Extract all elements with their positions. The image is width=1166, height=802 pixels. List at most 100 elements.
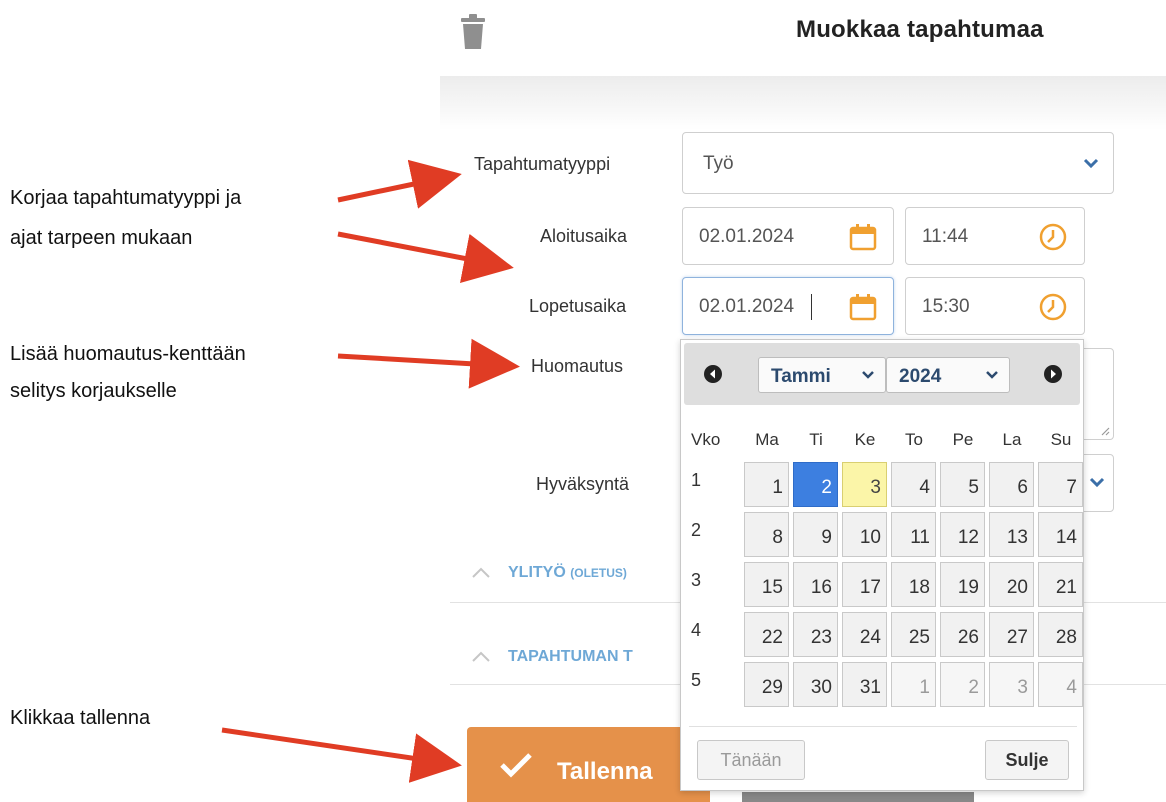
- end-date-input[interactable]: 02.01.2024: [682, 277, 894, 335]
- calendar-day[interactable]: 29: [744, 662, 789, 707]
- datepicker-header: Tammi 2024: [684, 343, 1080, 405]
- end-time-value: 15:30: [922, 296, 970, 317]
- page-title: Muokkaa tapahtumaa: [796, 16, 1044, 43]
- cancel-button[interactable]: [742, 792, 974, 802]
- weekday-header: Ma: [755, 430, 779, 449]
- calendar-day[interactable]: 12: [940, 512, 985, 557]
- annotation-event-type-line2: ajat tarpeen mukaan: [10, 227, 193, 249]
- prev-month-icon[interactable]: [704, 365, 722, 383]
- clock-icon[interactable]: [1038, 222, 1068, 252]
- weekday-header: Ke: [854, 430, 876, 449]
- save-button[interactable]: Tallenna: [467, 727, 710, 802]
- calendar-day[interactable]: 2: [793, 462, 838, 507]
- datepicker-divider: [689, 726, 1077, 727]
- calendar-day[interactable]: 28: [1038, 612, 1083, 657]
- calendar-day[interactable]: 10: [842, 512, 887, 557]
- calendar-day[interactable]: 25: [891, 612, 936, 657]
- event-type-select[interactable]: Työ: [682, 132, 1114, 194]
- calendar-day[interactable]: 27: [989, 612, 1034, 657]
- year-select-value: 2024: [899, 366, 942, 387]
- section-overtime-title: YLITYÖ: [508, 564, 566, 581]
- arrow-to-event-type: [337, 159, 462, 209]
- approval-label: Hyväksyntä: [536, 474, 630, 494]
- calendar-icon[interactable]: [849, 223, 877, 251]
- start-time-value: 11:44: [922, 226, 969, 247]
- end-time-label: Lopetusaika: [529, 296, 627, 316]
- week-number: 1: [691, 470, 702, 490]
- weekday-header: Su: [1050, 430, 1072, 449]
- weekday-header: La: [1002, 430, 1022, 449]
- datepicker-popup: Tammi 2024 Vko Tänään Sulje Ma Ti Ke To Pe La…: [680, 339, 1084, 791]
- start-time-input[interactable]: 11:44: [905, 207, 1085, 265]
- month-select[interactable]: Tammi: [758, 357, 886, 393]
- calendar-day[interactable]: 23: [793, 612, 838, 657]
- calendar-day[interactable]: 4: [891, 462, 936, 507]
- chevron-down-icon: [862, 371, 874, 379]
- event-type-label: Tapahtumatyyppi: [474, 154, 611, 174]
- calendar-day[interactable]: 21: [1038, 562, 1083, 607]
- calendar-day[interactable]: 18: [891, 562, 936, 607]
- calendar-day[interactable]: 20: [989, 562, 1034, 607]
- week-number: 4: [691, 620, 702, 640]
- section-overtime[interactable]: YLITYÖ (OLETUS): [508, 564, 627, 582]
- start-date-input[interactable]: 02.01.2024: [682, 207, 894, 265]
- calendar-day[interactable]: 16: [793, 562, 838, 607]
- trash-icon[interactable]: [460, 14, 486, 50]
- save-button-label: Tallenna: [557, 758, 653, 785]
- end-date-value: 02.01.2024: [699, 296, 795, 317]
- calendar-day[interactable]: 5: [940, 462, 985, 507]
- week-number: 2: [691, 520, 702, 540]
- calendar-day[interactable]: 3: [989, 662, 1034, 707]
- note-label: Huomautus: [531, 356, 624, 376]
- resize-handle-icon[interactable]: [1100, 426, 1110, 436]
- calendar-day[interactable]: 7: [1038, 462, 1083, 507]
- weekday-header: Ti: [809, 430, 823, 449]
- calendar-day[interactable]: 22: [744, 612, 789, 657]
- week-number-header: Vko: [691, 430, 721, 449]
- calendar-day[interactable]: 13: [989, 512, 1034, 557]
- calendar-day[interactable]: 11: [891, 512, 936, 557]
- weekday-header: To: [905, 430, 923, 449]
- arrow-to-note: [337, 338, 520, 389]
- calendar-day[interactable]: 3: [842, 462, 887, 507]
- annotation-event-type-line1: Korjaa tapahtumatyyppi ja: [10, 187, 242, 209]
- calendar-day[interactable]: 4: [1038, 662, 1083, 707]
- chevron-up-icon[interactable]: [470, 566, 492, 580]
- start-time-label: Aloitusaika: [540, 226, 628, 246]
- arrow-to-start-time: [337, 231, 514, 283]
- header-divider: [440, 76, 1166, 130]
- calendar-day[interactable]: 9: [793, 512, 838, 557]
- today-button[interactable]: Tänään: [697, 740, 805, 780]
- calendar-day[interactable]: 2: [940, 662, 985, 707]
- section-event-details[interactable]: TAPAHTUMAN T: [508, 648, 633, 666]
- next-month-icon[interactable]: [1044, 365, 1062, 383]
- annotation-note-line1: Lisää huomautus-kenttään: [10, 343, 246, 365]
- calendar-day[interactable]: 24: [842, 612, 887, 657]
- calendar-day[interactable]: 26: [940, 612, 985, 657]
- text-cursor: [811, 294, 812, 320]
- annotation-note-line2: selitys korjaukselle: [10, 380, 177, 402]
- weekday-header: Pe: [952, 430, 974, 449]
- end-time-input[interactable]: 15:30: [905, 277, 1085, 335]
- calendar-icon[interactable]: [849, 293, 877, 321]
- calendar-day[interactable]: 6: [989, 462, 1034, 507]
- chevron-down-icon: [1089, 477, 1105, 488]
- section-overtime-suffix: (OLETUS): [570, 566, 627, 580]
- calendar-day[interactable]: 19: [940, 562, 985, 607]
- week-number: 5: [691, 670, 702, 690]
- week-number: 3: [691, 570, 702, 590]
- close-button[interactable]: Sulje: [985, 740, 1069, 780]
- checkmark-icon: [500, 753, 532, 778]
- calendar-day[interactable]: 14: [1038, 512, 1083, 557]
- clock-icon[interactable]: [1038, 292, 1068, 322]
- chevron-up-icon[interactable]: [470, 650, 492, 664]
- calendar-day[interactable]: 17: [842, 562, 887, 607]
- calendar-day[interactable]: 1: [744, 462, 789, 507]
- chevron-down-icon: [986, 371, 998, 379]
- calendar-day[interactable]: 15: [744, 562, 789, 607]
- calendar-day[interactable]: 1: [891, 662, 936, 707]
- calendar-day[interactable]: 30: [793, 662, 838, 707]
- calendar-day[interactable]: 8: [744, 512, 789, 557]
- calendar-day[interactable]: 31: [842, 662, 887, 707]
- year-select[interactable]: 2024: [886, 357, 1010, 393]
